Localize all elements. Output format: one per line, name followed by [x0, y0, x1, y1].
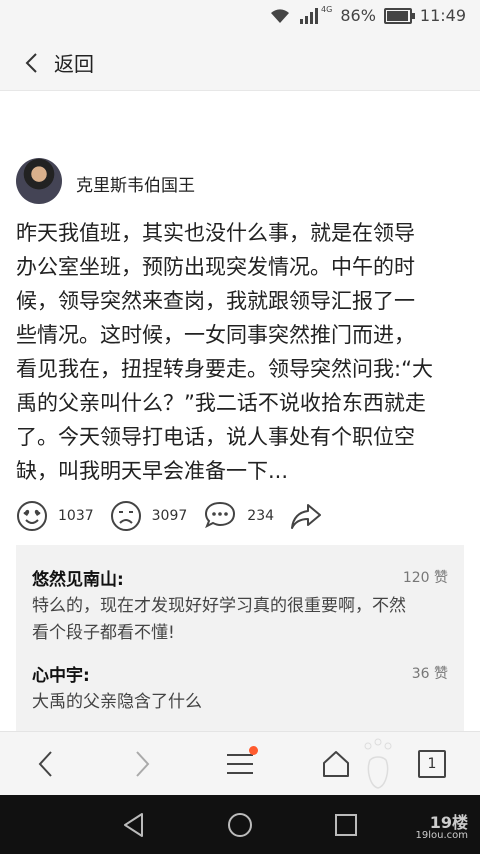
comment-count: 234: [247, 508, 275, 524]
heart-eyes-icon: [17, 501, 47, 531]
signal-icon: [300, 7, 319, 24]
home-icon: [323, 751, 349, 777]
avatar[interactable]: [16, 158, 62, 204]
post-line: 了。今天领导打电话，说人事处有个职位空: [16, 425, 415, 449]
tabs-count: 1: [427, 756, 437, 772]
back-nav-button[interactable]: [28, 746, 64, 782]
wifi-icon: [271, 8, 290, 23]
system-nav-bar: [0, 795, 480, 854]
tabs-button[interactable]: 1: [414, 746, 450, 782]
share-button[interactable]: [290, 501, 322, 531]
comment-text: 特么的，现在才发现好好学习真的很重要啊，不然 看个段子都看不懂!: [32, 596, 406, 643]
network-type: 4G: [321, 5, 333, 14]
system-recents-icon[interactable]: [332, 811, 360, 839]
comment-likes[interactable]: 120 赞: [403, 567, 448, 587]
watermark: 19楼 19lou.com: [415, 813, 469, 841]
post-line: 昨天我值班，其实也没什么事，就是在领导: [16, 221, 415, 245]
hot-comments: 悠然见南山: 120 赞 特么的，现在才发现好好学习真的很重要啊，不然 看个段子…: [16, 545, 464, 735]
battery-percent: 86%: [340, 6, 376, 25]
comment-bubble-icon: [205, 501, 236, 529]
battery-icon: [383, 7, 415, 24]
system-back-icon[interactable]: [120, 811, 148, 839]
comment-author[interactable]: 心中宇:: [32, 661, 90, 686]
love-reaction-button[interactable]: 1037: [16, 500, 94, 532]
browser-toolbar: 1: [0, 731, 480, 796]
top-nav: 返回: [0, 34, 480, 91]
system-home-icon[interactable]: [226, 811, 254, 839]
menu-button[interactable]: [222, 746, 258, 782]
clock: 11:49: [419, 6, 466, 25]
sad-face-icon: [110, 501, 141, 531]
chevron-left-icon: [25, 52, 37, 73]
back-button[interactable]: 返回: [22, 48, 94, 77]
mascot-icon: [360, 736, 396, 792]
notification-dot: [249, 746, 258, 755]
hamburger-menu-icon: [227, 754, 253, 774]
post-line: 看见我在，扭捏转身要走。领导突然问我:“大: [16, 357, 433, 381]
reaction-bar: 1037 3097 234: [16, 498, 338, 534]
comment-likes[interactable]: 36 赞: [412, 663, 448, 683]
comment-button[interactable]: 234: [203, 500, 274, 532]
tabs-count-icon: 1: [418, 750, 446, 778]
love-count: 1037: [58, 508, 94, 524]
comment-text: 大禹的父亲隐含了什么: [32, 692, 202, 712]
post-line: 候，领导突然来查岗，我就跟领导汇报了一: [16, 289, 415, 313]
post-line: 禹的父亲叫什么？”我二话不说收拾东西就走: [16, 391, 426, 415]
home-button[interactable]: [318, 746, 354, 782]
chevron-left-icon: [38, 751, 52, 777]
post-line: 些情况。这时候，一女同事突然推门而进，: [16, 323, 415, 347]
chevron-right-icon: [136, 751, 150, 777]
post-body: 昨天我值班，其实也没什么事，就是在领导 办公室坐班，预防出现突发情况。中午的时 …: [16, 216, 466, 488]
post-line: 办公室坐班，预防出现突发情况。中午的时: [16, 255, 415, 279]
sad-reaction-button[interactable]: 3097: [110, 500, 188, 532]
forward-nav-button[interactable]: [124, 746, 160, 782]
author-name[interactable]: 克里斯韦伯国王: [76, 171, 195, 196]
sad-count: 3097: [151, 508, 188, 524]
status-indicators: 4G 86% 11:49: [269, 5, 466, 25]
back-label: 返回: [54, 52, 94, 76]
status-bar: 4G 86% 11:49: [0, 0, 480, 34]
comment-author[interactable]: 悠然见南山:: [32, 565, 124, 590]
post-line: 缺，叫我明天早会准备一下...: [16, 459, 289, 483]
share-arrow-icon: [291, 504, 322, 529]
